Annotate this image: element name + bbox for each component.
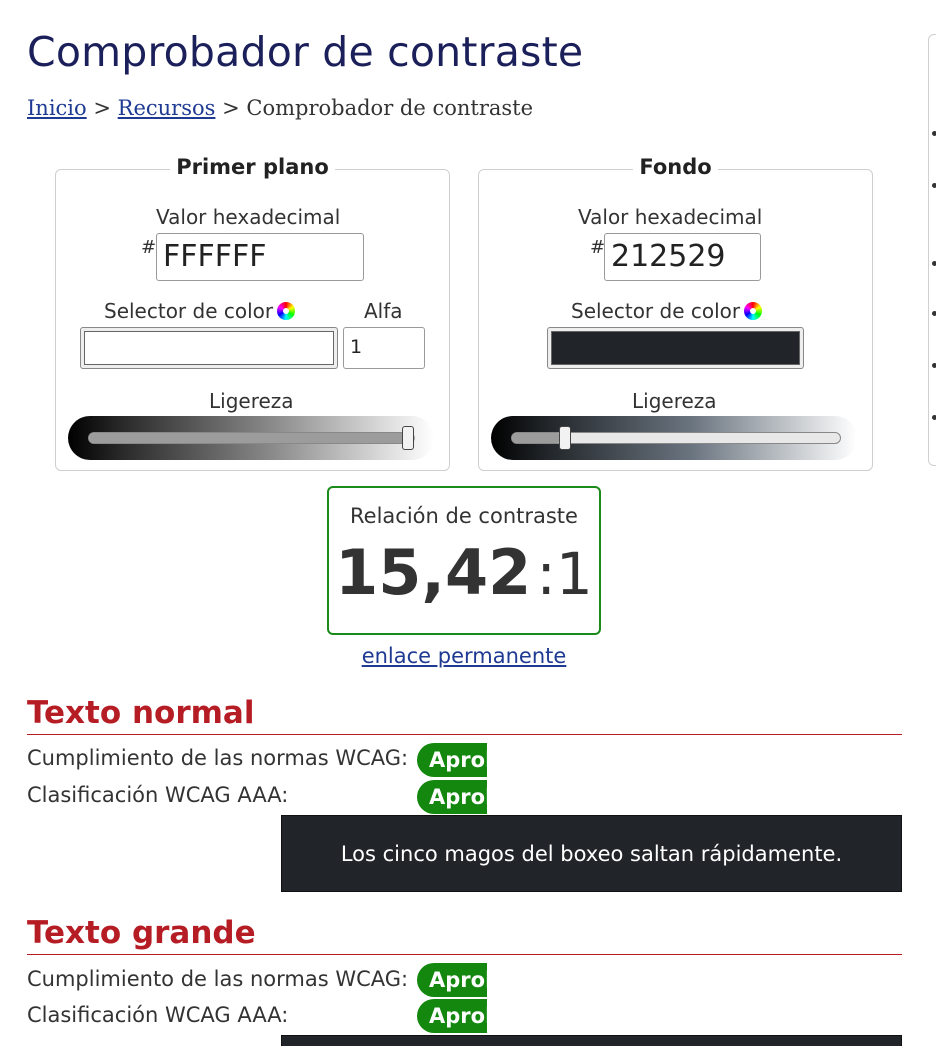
contrast-ratio-suffix: :1 <box>536 540 593 608</box>
large-text-heading: Texto grande <box>27 915 902 955</box>
contrast-ratio-number: 15,42 <box>335 536 532 609</box>
foreground-hex-label: Valor hexadecimal <box>156 205 341 229</box>
foreground-lightness-slider[interactable] <box>68 416 434 460</box>
foreground-hex-input[interactable]: FFFFFF <box>156 233 364 281</box>
normal-wcag-badge: Aprobado <box>417 743 487 777</box>
side-panel <box>928 34 936 466</box>
normal-text-heading: Texto normal <box>27 695 902 735</box>
large-text-sample <box>281 1035 902 1046</box>
bullet-icon <box>932 311 936 316</box>
bullet-icon <box>932 261 936 266</box>
background-lightness-label: Ligereza <box>632 389 717 413</box>
color-wheel-icon <box>744 302 763 320</box>
large-aaa-label: Clasificación WCAG AAA: <box>27 1003 289 1027</box>
background-swatch-fill <box>551 331 800 365</box>
slider-rail <box>88 432 415 444</box>
foreground-lightness-label: Ligereza <box>209 389 294 413</box>
foreground-picker-label: Selector de color <box>104 299 296 323</box>
background-color-picker[interactable] <box>547 327 804 369</box>
slider-fill <box>512 433 562 443</box>
background-picker-label: Selector de color <box>571 299 763 323</box>
background-legend: Fondo <box>478 155 873 179</box>
normal-aaa-badge: Aprobado <box>417 780 487 814</box>
large-aaa-badge: Aprobado <box>417 999 487 1033</box>
background-hex-label: Valor hexadecimal <box>578 205 763 229</box>
foreground-swatch-fill <box>84 331 334 365</box>
slider-thumb[interactable] <box>558 426 571 450</box>
bullet-icon <box>932 183 936 188</box>
breadcrumb-home-link[interactable]: Inicio <box>27 96 87 120</box>
breadcrumb-current: Comprobador de contraste <box>246 96 534 120</box>
breadcrumb-separator: > <box>93 96 111 120</box>
bullet-icon <box>932 363 936 368</box>
permalink-link[interactable]: enlace permanente <box>362 644 567 668</box>
normal-text-sample: Los cinco magos del boxeo saltan rápidam… <box>281 815 902 892</box>
contrast-ratio-label: Relación de contraste <box>350 504 578 528</box>
slider-thumb[interactable] <box>402 426 414 450</box>
alpha-label: Alfa <box>364 299 403 323</box>
page-title: Comprobador de contraste <box>27 28 584 76</box>
breadcrumb: Inicio > Recursos > Comprobador de contr… <box>27 96 533 120</box>
breadcrumb-resources-link[interactable]: Recursos <box>118 96 216 120</box>
background-hex-input[interactable]: 212529 <box>604 233 761 281</box>
slider-fill <box>89 433 415 443</box>
bullet-icon <box>932 415 936 420</box>
hash-sign: # <box>590 237 606 258</box>
alpha-input[interactable]: 1 <box>343 327 425 369</box>
hash-sign: # <box>141 237 157 258</box>
normal-wcag-label: Cumplimiento de las normas WCAG: <box>27 746 409 770</box>
contrast-ratio-box: Relación de contraste 15,42 :1 <box>327 486 601 635</box>
color-wheel-icon <box>277 302 296 320</box>
foreground-legend: Primer plano <box>55 155 450 179</box>
large-wcag-badge: Aprobado <box>417 963 487 997</box>
permalink: enlace permanente <box>0 644 928 668</box>
contrast-ratio-value: 15,42 :1 <box>329 536 599 609</box>
foreground-color-picker[interactable] <box>80 327 338 369</box>
bullet-icon <box>932 131 936 136</box>
normal-aaa-label: Clasificación WCAG AAA: <box>27 783 289 807</box>
large-wcag-label: Cumplimiento de las normas WCAG: <box>27 967 409 991</box>
background-lightness-slider[interactable] <box>491 416 857 460</box>
breadcrumb-separator: > <box>222 96 240 120</box>
